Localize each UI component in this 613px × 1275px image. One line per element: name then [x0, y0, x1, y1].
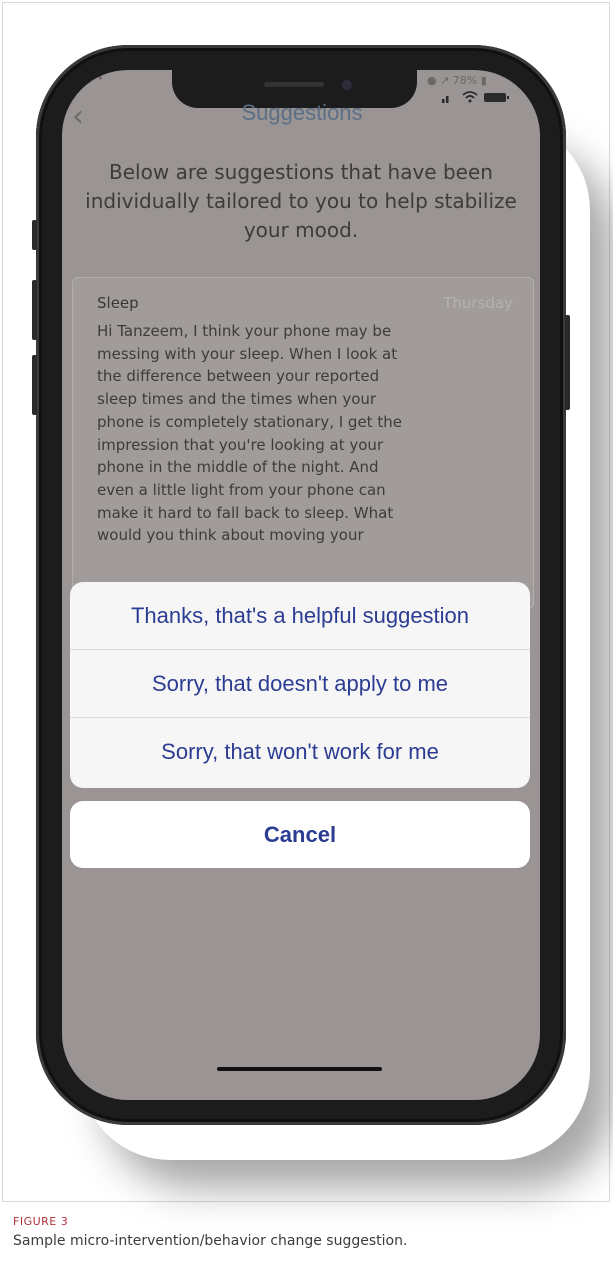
phone-screen: • • ● ↗ 78% ▮ ‹ Suggestions Below are su… — [62, 70, 540, 1100]
volume-down-button — [32, 355, 37, 415]
cancel-button[interactable]: Cancel — [70, 801, 530, 868]
card-body-line: Hi Tanzeem, I think your phone may be — [97, 322, 392, 340]
speaker-grille — [264, 82, 324, 87]
front-camera — [342, 80, 352, 90]
does-not-apply-button[interactable]: Sorry, that doesn't apply to me — [70, 650, 530, 718]
action-sheet: Thanks, that's a helpful suggestion Sorr… — [70, 582, 530, 788]
card-body-line: messing with your sleep. When I look at — [97, 344, 398, 363]
card-day: Thursday — [443, 294, 513, 312]
home-indicator[interactable] — [217, 1067, 382, 1071]
intro-text: Below are suggestions that have been ind… — [85, 160, 517, 242]
card-body-line: would you think about moving your — [97, 526, 364, 545]
status-bar-left: • • — [87, 72, 104, 85]
card-body-line: impression that you're looking at your — [97, 435, 384, 454]
card-body-line: phone is completely stationary, I get th… — [97, 412, 402, 431]
wifi-icon — [462, 91, 478, 103]
wont-work-button[interactable]: Sorry, that won't work for me — [70, 718, 530, 786]
suggestion-card[interactable]: Sleep Thursday Hi Tanzeem, I think your … — [72, 277, 534, 609]
chevron-left-icon[interactable]: ‹ — [72, 102, 84, 132]
status-icons — [442, 90, 510, 104]
figure-label: FIGURE 3 — [13, 1215, 69, 1228]
page-title: Suggestions — [241, 100, 363, 125]
figure-caption: Sample micro-intervention/behavior chang… — [13, 1233, 408, 1249]
status-bar-right: ● ↗ 78% ▮ — [427, 74, 487, 87]
card-title: Sleep — [97, 294, 139, 312]
card-body-line: make it hard to fall back to sleep. What — [97, 503, 394, 522]
mute-switch — [32, 220, 37, 250]
card-body-line: phone in the middle of the night. And — [97, 458, 379, 477]
card-body-line: even a little light from your phone can — [97, 480, 386, 499]
volume-up-button — [32, 280, 37, 340]
card-body-line: the difference between your reported — [97, 367, 380, 386]
card-body-line: sleep times and the times when your — [97, 390, 377, 409]
power-button — [565, 315, 570, 410]
helpful-suggestion-button[interactable]: Thanks, that's a helpful suggestion — [70, 582, 530, 650]
card-body: Hi Tanzeem, I think your phone may be me… — [97, 320, 517, 547]
battery-icon — [484, 93, 509, 102]
